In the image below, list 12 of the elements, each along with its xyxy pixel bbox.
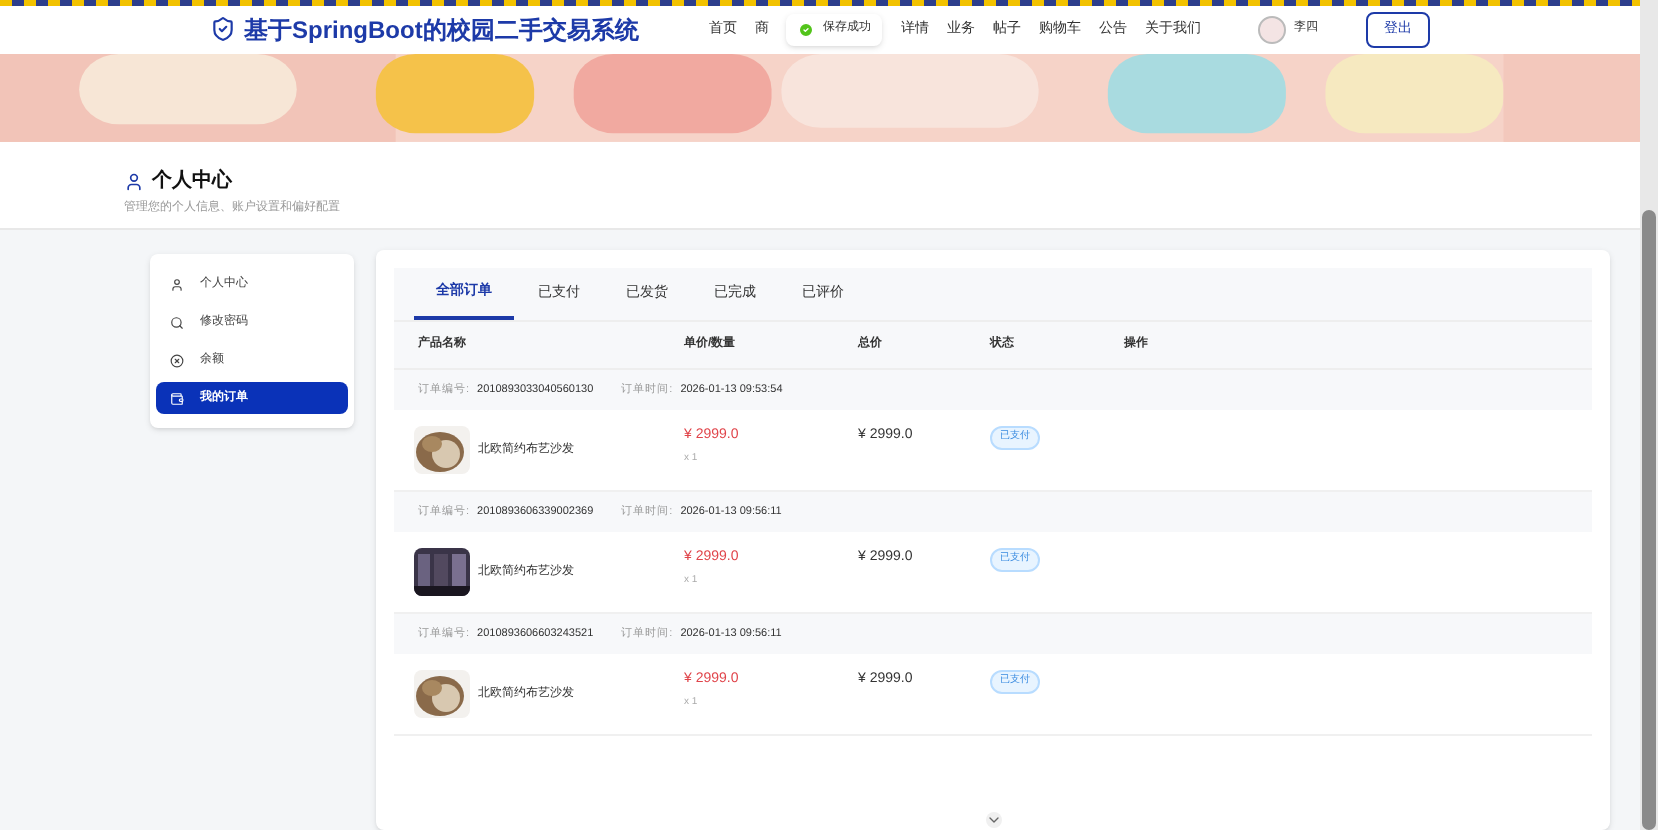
scroll-down-icon[interactable] bbox=[985, 812, 1001, 829]
check-icon bbox=[798, 21, 815, 38]
circle-icon bbox=[170, 353, 184, 368]
wallet-icon bbox=[170, 391, 184, 406]
user-icon bbox=[124, 171, 144, 192]
scrollbar-thumb[interactable] bbox=[1642, 210, 1656, 830]
search-icon bbox=[170, 315, 184, 330]
user-icon bbox=[170, 277, 184, 292]
site-title: 基于SpringBoot的校园二手交易系统 bbox=[244, 13, 639, 48]
avatar bbox=[1258, 15, 1286, 44]
shield-icon bbox=[210, 16, 236, 43]
page-title: 个人中心 bbox=[152, 166, 232, 197]
